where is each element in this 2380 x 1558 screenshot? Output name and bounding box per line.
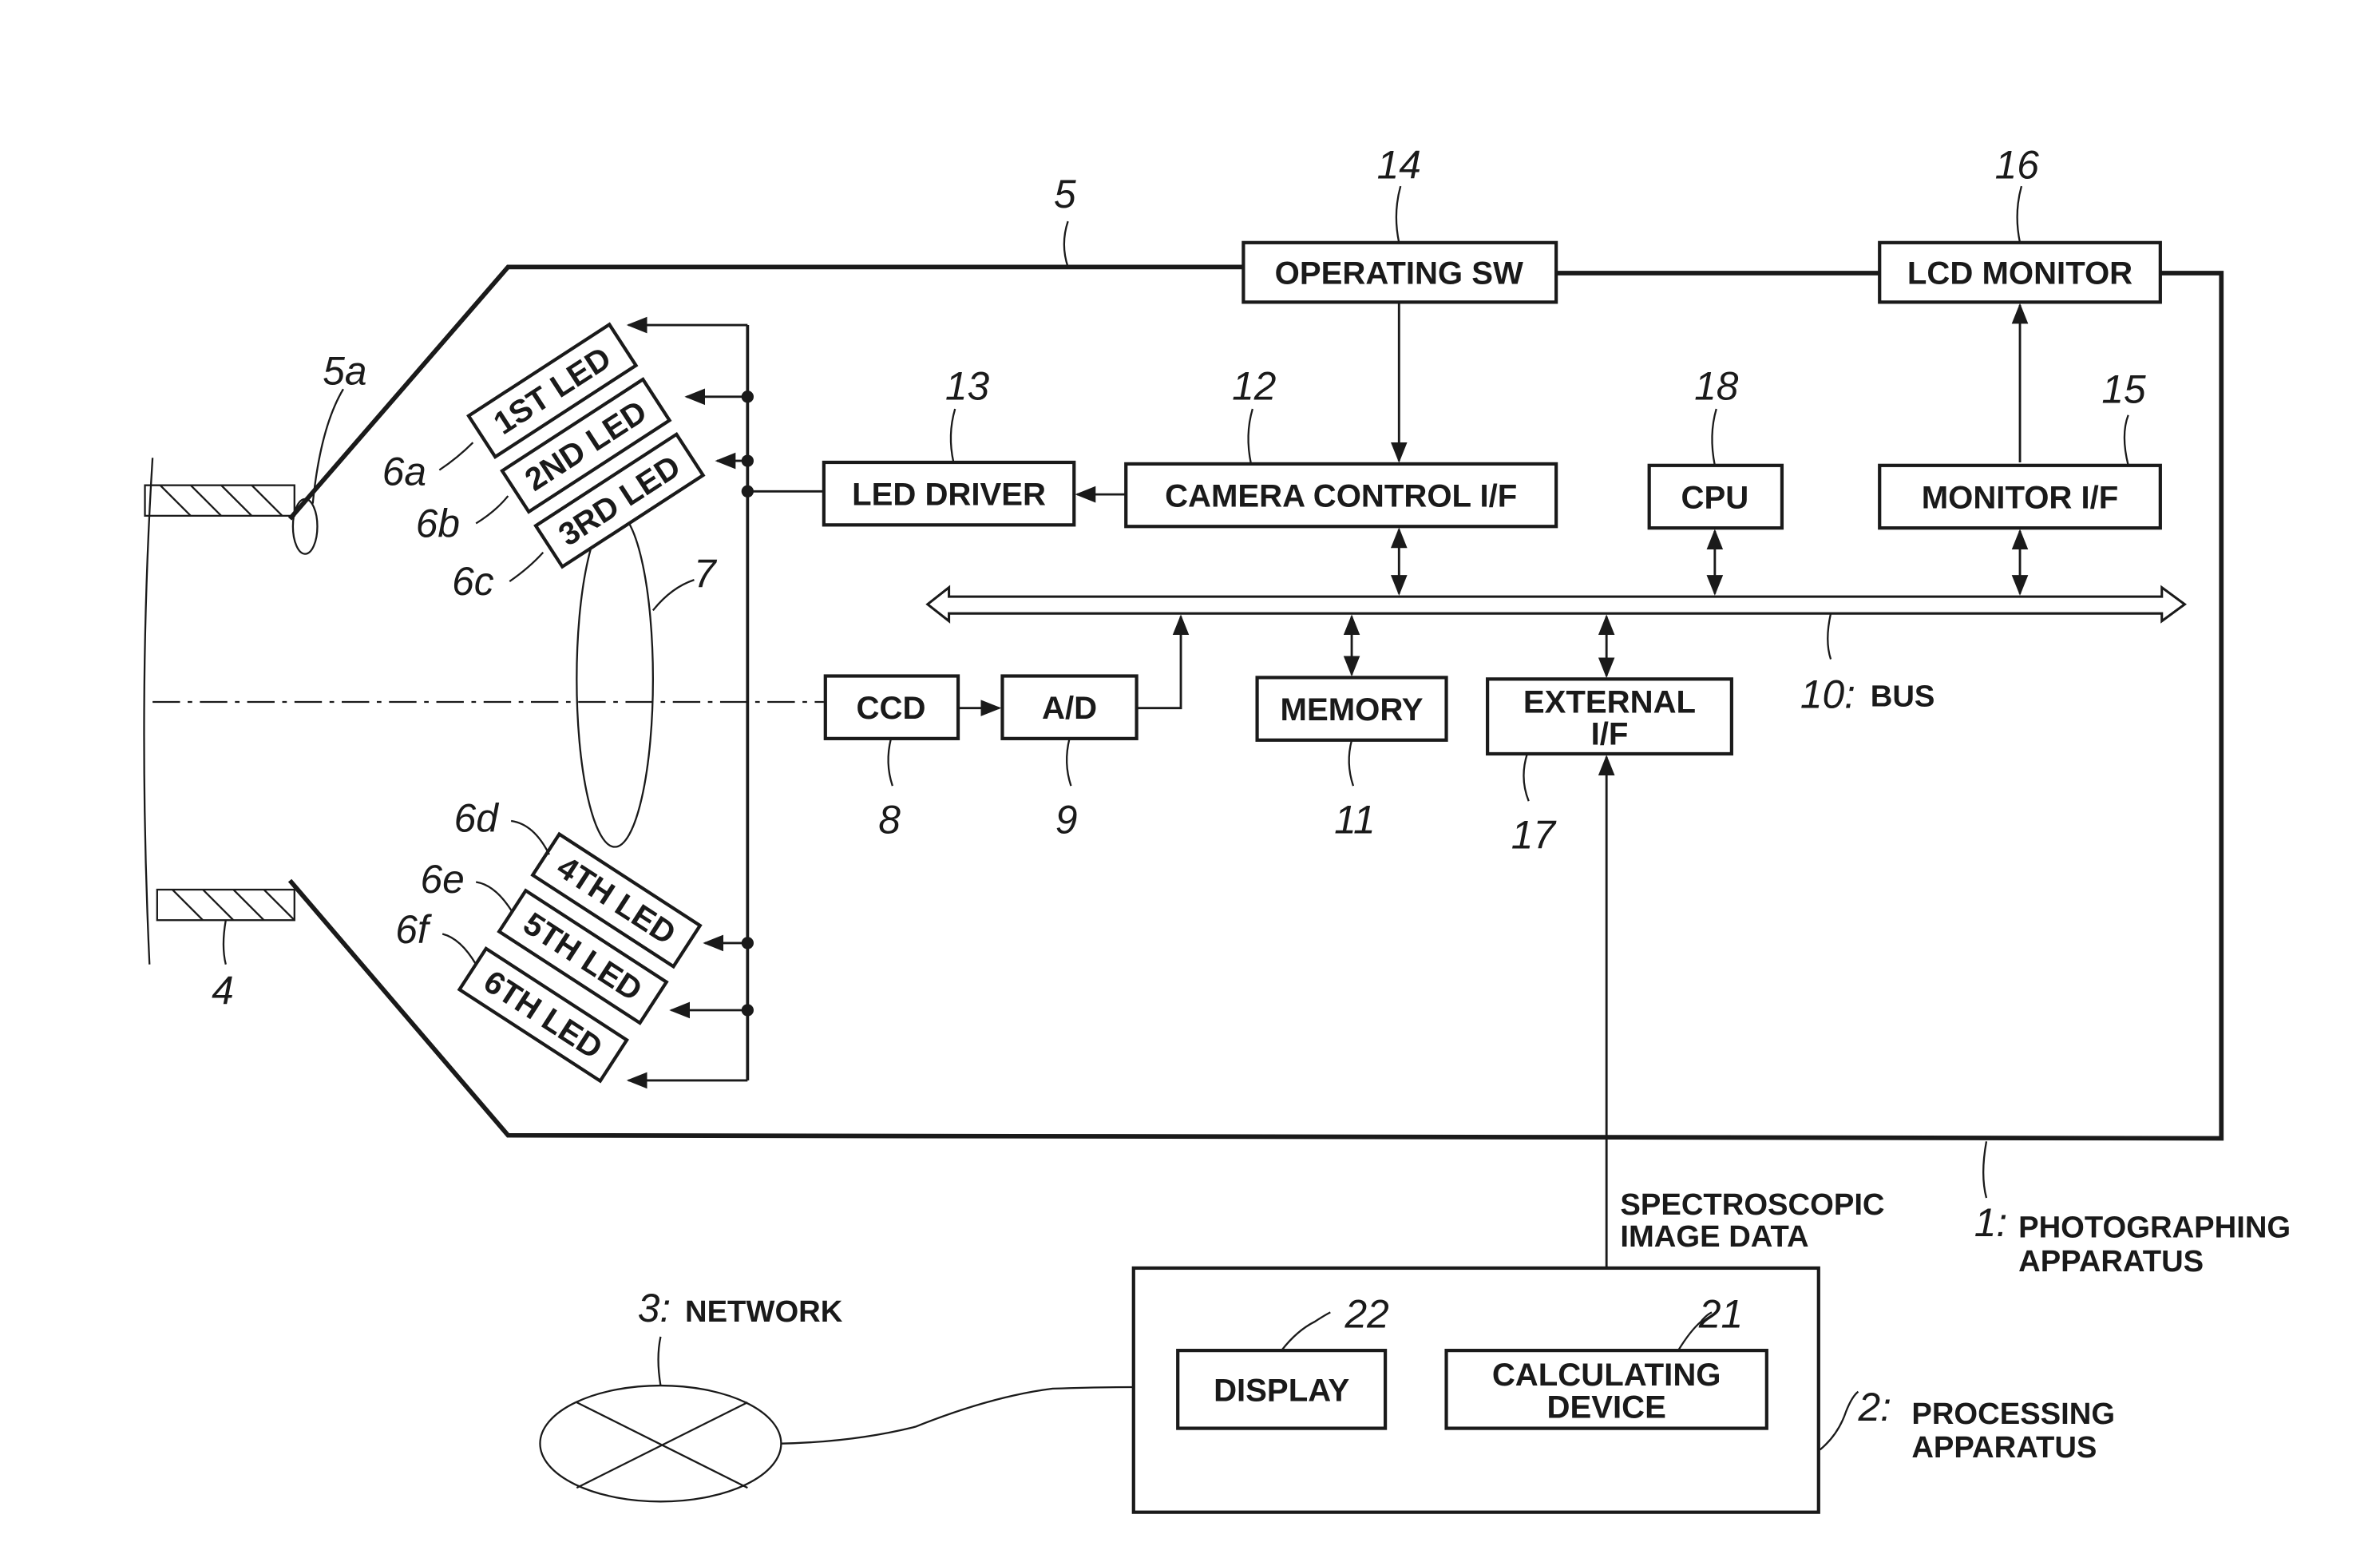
ref-5a: 5a [323, 349, 366, 394]
block-cpu: CPU 18 [1647, 364, 1784, 530]
svg-text:9: 9 [1055, 797, 1078, 842]
ref-4-leader [222, 920, 227, 965]
block-memory: MEMORY 11 [1255, 676, 1448, 842]
svg-text:DISPLAY: DISPLAY [1214, 1372, 1349, 1408]
lens-7: 7 [576, 509, 718, 848]
block-operating-sw: OPERATING SW 14 [1241, 143, 1558, 304]
svg-text:6a: 6a [382, 450, 426, 494]
svg-text:16: 16 [1995, 143, 2040, 188]
svg-text:OPERATING SW: OPERATING SW [1275, 256, 1523, 291]
system-block-diagram: 4 5 5a 7 1ST LED 2ND LED 3RD LED 4TH LED… [143, 143, 2291, 1514]
block-led-driver: LED DRIVER 13 [822, 364, 1076, 527]
svg-text:15: 15 [2101, 367, 2146, 411]
block-lcd-monitor: LCD MONITOR 16 [1878, 143, 2162, 304]
block-ccd: CCD 8 [823, 674, 960, 842]
svg-text:CCD: CCD [857, 690, 926, 726]
svg-text:21: 21 [1698, 1291, 1743, 1336]
svg-text:DEVICE: DEVICE [1547, 1389, 1666, 1425]
ref-1: 1: [1974, 1200, 2007, 1245]
led-refs: 6a 6b 6c 6d 6e 6f [382, 442, 550, 965]
processing-apparatus-line1: PROCESSING [1911, 1397, 2115, 1431]
bus-label: BUS [1871, 680, 1935, 714]
network-3[interactable]: 3: NETWORK [539, 1286, 843, 1503]
processing-apparatus-line2: APPARATUS [1911, 1430, 2097, 1465]
svg-text:I/F: I/F [1591, 716, 1629, 752]
ref-7: 7 [694, 552, 718, 597]
network-link [781, 1386, 1134, 1445]
svg-text:CALCULATING: CALCULATING [1492, 1357, 1721, 1393]
svg-text:13: 13 [945, 364, 990, 409]
svg-text:MEMORY: MEMORY [1281, 692, 1424, 727]
svg-text:12: 12 [1232, 364, 1276, 409]
housing-top-edge [287, 264, 1244, 521]
object-4: 4 [143, 458, 295, 1013]
block-camera-control-if: CAMERA CONTROL I/F 12 [1124, 364, 1558, 529]
svg-text:11: 11 [1334, 797, 1376, 842]
block-ad: A/D 9 [1000, 674, 1139, 842]
svg-text:6e: 6e [421, 857, 465, 902]
object-surface-curve [143, 458, 154, 965]
ref-5: 5 [1054, 172, 1076, 216]
bus-arrow [925, 585, 2187, 624]
svg-text:CPU: CPU [1681, 479, 1749, 515]
processing-apparatus-2: 2: PROCESSING APPARATUS DISPLAY 22 CALCU… [1131, 1266, 2115, 1514]
svg-text:CAMERA CONTROL I/F: CAMERA CONTROL I/F [1165, 478, 1517, 514]
svg-text:8: 8 [878, 797, 901, 842]
ref-3: 3: [638, 1286, 671, 1330]
svg-text:22: 22 [1344, 1291, 1389, 1336]
svg-text:18: 18 [1694, 364, 1739, 409]
block-external-if: EXTERNAL I/F 17 [1486, 677, 1733, 857]
ref-2: 2: [1857, 1385, 1891, 1429]
svg-text:14: 14 [1377, 143, 1421, 188]
svg-text:MONITOR I/F: MONITOR I/F [1922, 479, 2119, 515]
svg-text:EXTERNAL: EXTERNAL [1523, 684, 1696, 720]
network-label: NETWORK [685, 1294, 843, 1329]
svg-text:LCD MONITOR: LCD MONITOR [1907, 256, 2132, 291]
opening-5a [291, 498, 319, 555]
lens-body [576, 509, 655, 848]
photographing-apparatus-line1: PHOTOGRAPHING [2018, 1211, 2291, 1245]
svg-text:6f: 6f [395, 907, 433, 952]
ref-10: 10: [1800, 672, 1855, 717]
svg-text:LED DRIVER: LED DRIVER [852, 477, 1046, 513]
photographing-apparatus-line2: APPARATUS [2018, 1244, 2204, 1279]
ref-4: 4 [212, 968, 234, 1013]
svg-text:6b: 6b [416, 501, 460, 546]
signal-label-line2: IMAGE DATA [1620, 1219, 1808, 1254]
svg-text:6d: 6d [454, 795, 500, 840]
svg-text:A/D: A/D [1042, 690, 1097, 726]
svg-text:17: 17 [1511, 812, 1558, 857]
signal-label-line1: SPECTROSCOPIC [1620, 1187, 1884, 1222]
upper-wall [144, 484, 295, 517]
svg-text:6c: 6c [452, 559, 494, 604]
